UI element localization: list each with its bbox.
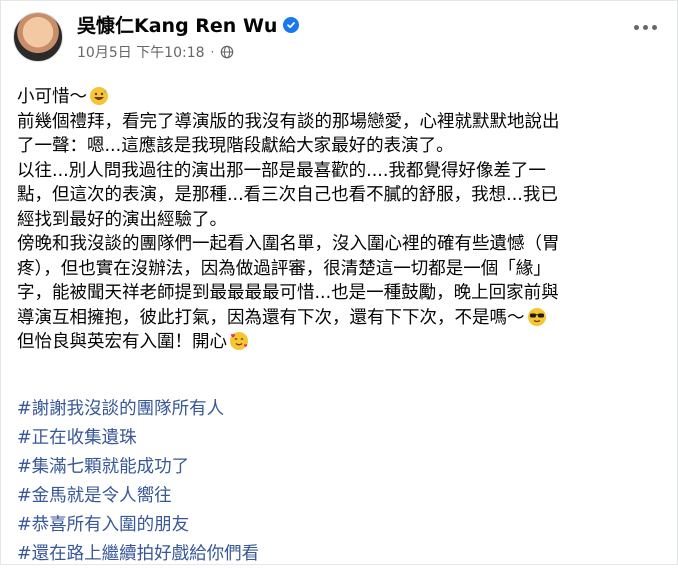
hashtag-link[interactable]: #金馬就是令人嚮往 [17, 482, 259, 511]
hashtag-link[interactable]: #恭喜所有入圍的朋友 [17, 511, 259, 540]
more-options-icon[interactable] [634, 25, 657, 30]
author-row: 吳慷仁Kang Ren Wu [77, 11, 300, 38]
avatar[interactable] [13, 11, 63, 62]
post-body: 小可惜～ 前幾個禮拜，看完了導演版的我沒有談的那場戀愛，心裡就默默地說出 了一聲… [17, 85, 667, 355]
body-line: 字，能被聞天祥老師提到最最最最可惜...也是一種鼓勵，晚上回家前與 [17, 283, 559, 303]
body-line: 點，但這次的表演，是那種...看三次自己也看不膩的舒服，我想...我已 [17, 185, 558, 205]
hashtag-link[interactable]: #集滿七顆就能成功了 [17, 453, 259, 482]
body-line: 以往...別人問我過往的演出那一部是最喜歡的....我都覺得好像差了一 [17, 160, 546, 181]
sunglasses-emoji-icon [527, 307, 546, 326]
body-line: 導演互相擁抱，彼此打氣，因為還有下次，還有下下次，不是嗎～ [17, 306, 667, 331]
separator-dot: · [210, 45, 215, 59]
smiling-hearts-emoji-icon [230, 332, 248, 350]
body-line: 小可惜～ [17, 85, 667, 110]
body-line: 但怡良與英宏有入圍！開心 [17, 330, 667, 355]
facebook-post: 吳慷仁Kang Ren Wu 10月5日 下午10:18 · 小可惜～ 前幾個禮… [0, 0, 678, 565]
body-line: 經找到最好的演出經驗了。 [17, 209, 227, 230]
hashtag-link[interactable]: #正在收集遺珠 [17, 424, 259, 453]
post-header: 吳慷仁Kang Ren Wu 10月5日 下午10:18 · [13, 11, 300, 62]
body-line: 疼），但也實在沒辦法，因為做過評審，很清楚這一切都是一個「緣」 [17, 258, 551, 279]
hashtag-link[interactable]: #謝謝我沒談的團隊所有人 [17, 395, 259, 424]
globe-icon[interactable] [220, 45, 234, 59]
author-name[interactable]: 吳慷仁Kang Ren Wu [77, 11, 277, 38]
body-line: 傍晚和我沒談的團隊們一起看入圍名單，沒入圍心裡的確有些遺憾（胃 [17, 234, 560, 254]
post-meta: 吳慷仁Kang Ren Wu 10月5日 下午10:18 · [77, 11, 300, 62]
verified-badge-icon [283, 16, 300, 33]
body-line: 前幾個禮拜，看完了導演版的我沒有談的那場戀愛，心裡就默默地說出 [17, 111, 560, 132]
grinning-sweat-emoji-icon [90, 87, 108, 105]
body-line: 了一聲：嗯...這應該是我現階段獻給大家最好的表演了。 [17, 136, 454, 156]
hashtag-list: #謝謝我沒談的團隊所有人 #正在收集遺珠 #集滿七顆就能成功了 #金馬就是令人嚮… [17, 395, 259, 569]
post-timestamp[interactable]: 10月5日 下午10:18 [77, 42, 205, 62]
post-subline: 10月5日 下午10:18 · [77, 42, 299, 62]
